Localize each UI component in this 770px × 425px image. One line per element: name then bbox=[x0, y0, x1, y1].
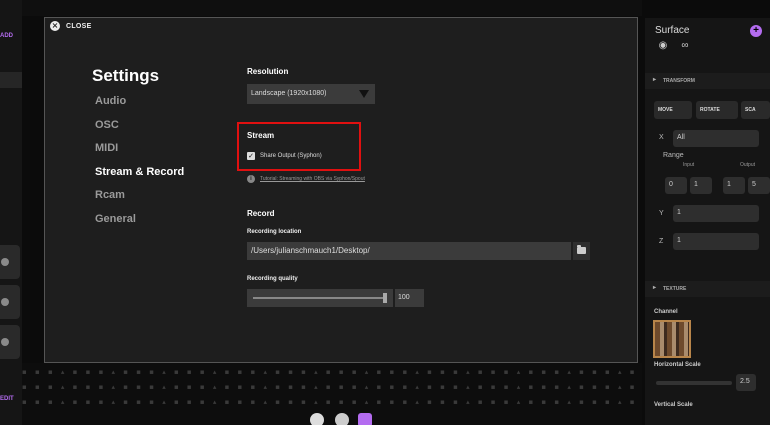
eye-icon[interactable]: ◉ bbox=[656, 40, 670, 54]
y-label: Y bbox=[659, 210, 664, 217]
left-list-row[interactable] bbox=[0, 72, 22, 88]
range-input-min[interactable]: 0 bbox=[665, 177, 687, 194]
range-output-min[interactable]: 1 bbox=[723, 177, 745, 194]
rotate-button[interactable]: ROTATE bbox=[696, 101, 738, 119]
tutorial-link[interactable]: Tutorial: Streaming with OBS via Syphon/… bbox=[260, 176, 365, 182]
vscale-label: Vertical Scale bbox=[654, 402, 693, 408]
texture-section-header[interactable]: TEXTURE bbox=[645, 281, 770, 297]
x-mode-select[interactable]: All bbox=[673, 130, 759, 147]
record-title: Record bbox=[247, 209, 275, 218]
channel-thumbnail[interactable] bbox=[653, 320, 691, 358]
left-edit-button[interactable]: EDIT bbox=[0, 396, 14, 402]
z-label: Z bbox=[659, 238, 664, 245]
inspector-title: Surface bbox=[655, 25, 690, 36]
range-label: Range bbox=[663, 152, 684, 159]
slider-thumb[interactable] bbox=[383, 293, 387, 303]
left-panel bbox=[0, 0, 22, 425]
chevron-down-icon bbox=[359, 90, 369, 98]
folder-icon bbox=[577, 245, 586, 254]
left-add-button[interactable]: ADD bbox=[0, 33, 13, 39]
slider-track bbox=[253, 297, 385, 299]
nav-item-rcam[interactable]: Rcam bbox=[95, 188, 184, 212]
hscale-slider[interactable] bbox=[656, 381, 732, 385]
link-icon[interactable]: ∞ bbox=[678, 40, 692, 54]
settings-title: Settings bbox=[92, 66, 160, 85]
close-label[interactable]: CLOSE bbox=[66, 23, 92, 30]
nav-item-osc[interactable]: OSC bbox=[95, 118, 184, 142]
channel-label: Channel bbox=[654, 309, 678, 315]
x-label: X bbox=[659, 134, 664, 141]
recording-location-label: Recording location bbox=[247, 229, 302, 235]
z-field[interactable]: 1 bbox=[673, 233, 759, 250]
share-output-checkbox[interactable]: ✓ bbox=[247, 152, 255, 160]
close-button[interactable]: × CLOSE bbox=[50, 21, 92, 31]
output-label: Output bbox=[740, 162, 756, 168]
y-field[interactable]: 1 bbox=[673, 205, 759, 222]
nav-item-general[interactable]: General bbox=[95, 212, 184, 236]
resolution-select[interactable]: Landscape (1920x1080) bbox=[247, 84, 375, 104]
stream-title: Stream bbox=[247, 131, 275, 140]
rotate-tool-icon[interactable] bbox=[335, 413, 349, 425]
resolution-title: Resolution bbox=[247, 67, 289, 76]
move-button[interactable]: MOVE bbox=[654, 101, 692, 119]
scale-tool-icon[interactable] bbox=[358, 413, 372, 425]
resolution-selected: Landscape (1920x1080) bbox=[251, 90, 327, 97]
left-layer-button-1[interactable] bbox=[0, 245, 20, 279]
tutorial-row: i Tutorial: Streaming with OBS via Sypho… bbox=[247, 175, 365, 183]
top-strip bbox=[22, 0, 642, 16]
range-output-max[interactable]: 5 bbox=[748, 177, 770, 194]
scale-button[interactable]: SCA bbox=[741, 101, 770, 119]
input-label: Input bbox=[683, 162, 695, 168]
move-tool-icon[interactable] bbox=[310, 413, 324, 425]
nav-item-audio[interactable]: Audio bbox=[95, 94, 184, 118]
recording-quality-slider[interactable] bbox=[247, 289, 393, 307]
left-layer-button-3[interactable] bbox=[0, 325, 20, 359]
nav-item-midi[interactable]: MIDI bbox=[95, 141, 184, 165]
timeline-row: ▪ ▪ ▪ ▴ ▪ ▪ ▪ ▴ ▪ ▪ ▪ ▴ ▪ ▪ ▪ ▴ ▪ ▪ ▪ ▴ … bbox=[22, 368, 642, 376]
nav-item-stream-record[interactable]: Stream & Record bbox=[95, 165, 184, 189]
left-layer-button-2[interactable] bbox=[0, 285, 20, 319]
info-icon: i bbox=[247, 175, 255, 183]
hscale-label: Horizontal Scale bbox=[654, 362, 701, 368]
transform-section-header[interactable]: TRANSFORM bbox=[645, 73, 770, 89]
inspector-add-button[interactable]: + bbox=[750, 25, 762, 37]
highlight-box bbox=[237, 122, 361, 171]
recording-location-field[interactable]: /Users/julianschmauch1/Desktop/ bbox=[247, 242, 571, 260]
settings-nav: Audio OSC MIDI Stream & Record Rcam Gene… bbox=[95, 94, 184, 235]
recording-quality-label: Recording quality bbox=[247, 276, 298, 282]
hscale-value[interactable]: 2.5 bbox=[736, 374, 756, 391]
share-output-label[interactable]: Share Output (Syphon) bbox=[260, 153, 322, 159]
share-output-toggle[interactable]: ✓ Share Output (Syphon) bbox=[247, 152, 322, 160]
timeline-row: ▪ ▪ ▪ ▴ ▪ ▪ ▪ ▴ ▪ ▪ ▪ ▴ ▪ ▪ ▪ ▴ ▪ ▪ ▪ ▴ … bbox=[22, 398, 642, 406]
range-input-max[interactable]: 1 bbox=[690, 177, 712, 194]
browse-folder-button[interactable] bbox=[573, 242, 590, 260]
recording-quality-value[interactable]: 100 bbox=[395, 289, 424, 307]
timeline-row: ▪ ▪ ▪ ▴ ▪ ▪ ▪ ▴ ▪ ▪ ▪ ▴ ▪ ▪ ▪ ▴ ▪ ▪ ▪ ▴ … bbox=[22, 383, 642, 391]
close-icon[interactable]: × bbox=[50, 21, 60, 31]
